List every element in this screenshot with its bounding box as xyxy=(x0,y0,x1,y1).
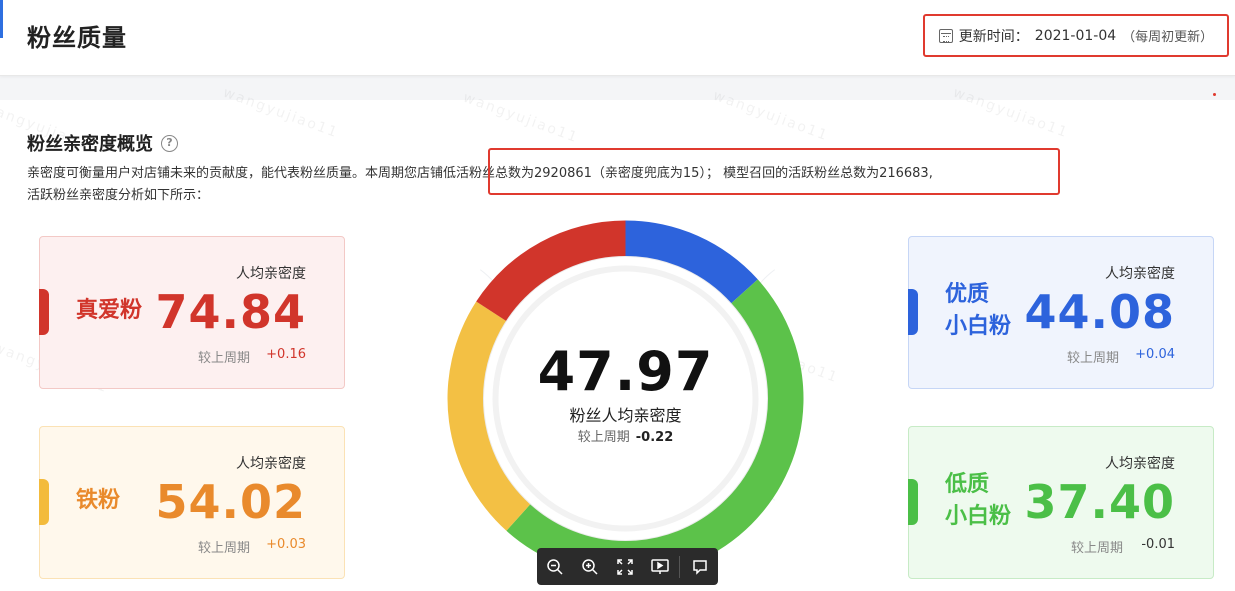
avg-intimacy-label: 人均亲密度 xyxy=(1105,456,1175,472)
calendar-icon xyxy=(938,28,953,43)
card-true-love-fans[interactable]: 真爱粉 人均亲密度 74.84 较上周期 +0.16 xyxy=(39,236,345,389)
compare-label: 较上周期 xyxy=(1067,351,1120,366)
zoom-out-icon[interactable] xyxy=(537,548,572,585)
card-title-line-2: 小白粉 xyxy=(945,504,1012,529)
avg-intimacy-label: 人均亲密度 xyxy=(1105,266,1175,282)
avg-intimacy-label: 人均亲密度 xyxy=(236,456,306,472)
card-iron-fans[interactable]: 铁粉 人均亲密度 54.02 较上周期 +0.03 xyxy=(39,426,345,579)
question-circle-icon[interactable]: ? xyxy=(161,134,178,152)
comment-icon[interactable] xyxy=(682,548,717,585)
card-tab xyxy=(39,289,49,335)
card-title-line-1: 优质 xyxy=(945,282,990,307)
center-compare: 较上周期 -0.22 xyxy=(447,426,804,445)
avg-intimacy-value: 44.08 xyxy=(1024,285,1175,339)
compare-label: 较上周期 xyxy=(198,541,251,556)
page-header: 粉丝质量 更新时间： 2021-01-04 （每周初更新） xyxy=(0,0,1235,76)
center-avg-intimacy-label: 粉丝人均亲密度 xyxy=(569,406,682,425)
section-title-text: 粉丝亲密度概览 xyxy=(27,134,153,155)
update-time-value: 2021-01-04 xyxy=(1034,27,1117,44)
intimacy-donut: 47.97 粉丝人均亲密度 较上周期 -0.22 xyxy=(447,220,804,577)
page-title: 粉丝质量 xyxy=(27,24,127,52)
center-compare-label: 较上周期 xyxy=(577,430,630,445)
compare-value: +0.16 xyxy=(266,347,306,362)
image-viewer-toolbar xyxy=(537,548,718,585)
card-tab xyxy=(908,479,918,525)
card-title: 优质 小白粉 xyxy=(945,279,1011,343)
header-accent-bar xyxy=(0,0,3,38)
zoom-in-icon[interactable] xyxy=(572,548,607,585)
update-frequency-note: （每周初更新） xyxy=(1122,30,1214,45)
update-time-label: 更新时间： xyxy=(958,28,1029,45)
card-tab xyxy=(908,289,918,335)
slideshow-icon[interactable] xyxy=(642,548,677,585)
center-compare-value: -0.22 xyxy=(635,430,674,445)
indicator-dot xyxy=(1213,93,1216,96)
center-avg-intimacy-value: 47.97 xyxy=(537,340,714,403)
toolbar-separator xyxy=(679,555,680,578)
avg-intimacy-label: 人均亲密度 xyxy=(236,266,306,282)
avg-intimacy-value: 74.84 xyxy=(155,285,306,339)
card-title: 铁粉 xyxy=(76,488,121,513)
card-title-line-1: 低质 xyxy=(945,472,990,497)
card-title: 低质 小白粉 xyxy=(945,469,1011,533)
update-time-box: 更新时间： 2021-01-04 （每周初更新） xyxy=(923,14,1229,57)
card-tab xyxy=(39,479,49,525)
compare-label: 较上周期 xyxy=(198,351,251,366)
compare-value: +0.04 xyxy=(1135,347,1175,362)
card-quality-new-fans[interactable]: 优质 小白粉 人均亲密度 44.08 较上周期 +0.04 xyxy=(908,236,1214,389)
card-title-line-2: 小白粉 xyxy=(945,314,1012,339)
avg-intimacy-value: 37.40 xyxy=(1024,475,1175,529)
avg-intimacy-value: 54.02 xyxy=(155,475,306,529)
section-title: 粉丝亲密度概览 ? xyxy=(27,130,178,156)
description-highlight-box xyxy=(488,148,1060,195)
compare-label: 较上周期 xyxy=(1071,541,1124,556)
fullscreen-icon[interactable] xyxy=(607,548,642,585)
compare-value: -0.01 xyxy=(1141,537,1175,552)
compare-value: +0.03 xyxy=(266,537,306,552)
card-low-quality-new-fans[interactable]: 低质 小白粉 人均亲密度 37.40 较上周期 -0.01 xyxy=(908,426,1214,579)
card-title: 真爱粉 xyxy=(76,298,143,323)
